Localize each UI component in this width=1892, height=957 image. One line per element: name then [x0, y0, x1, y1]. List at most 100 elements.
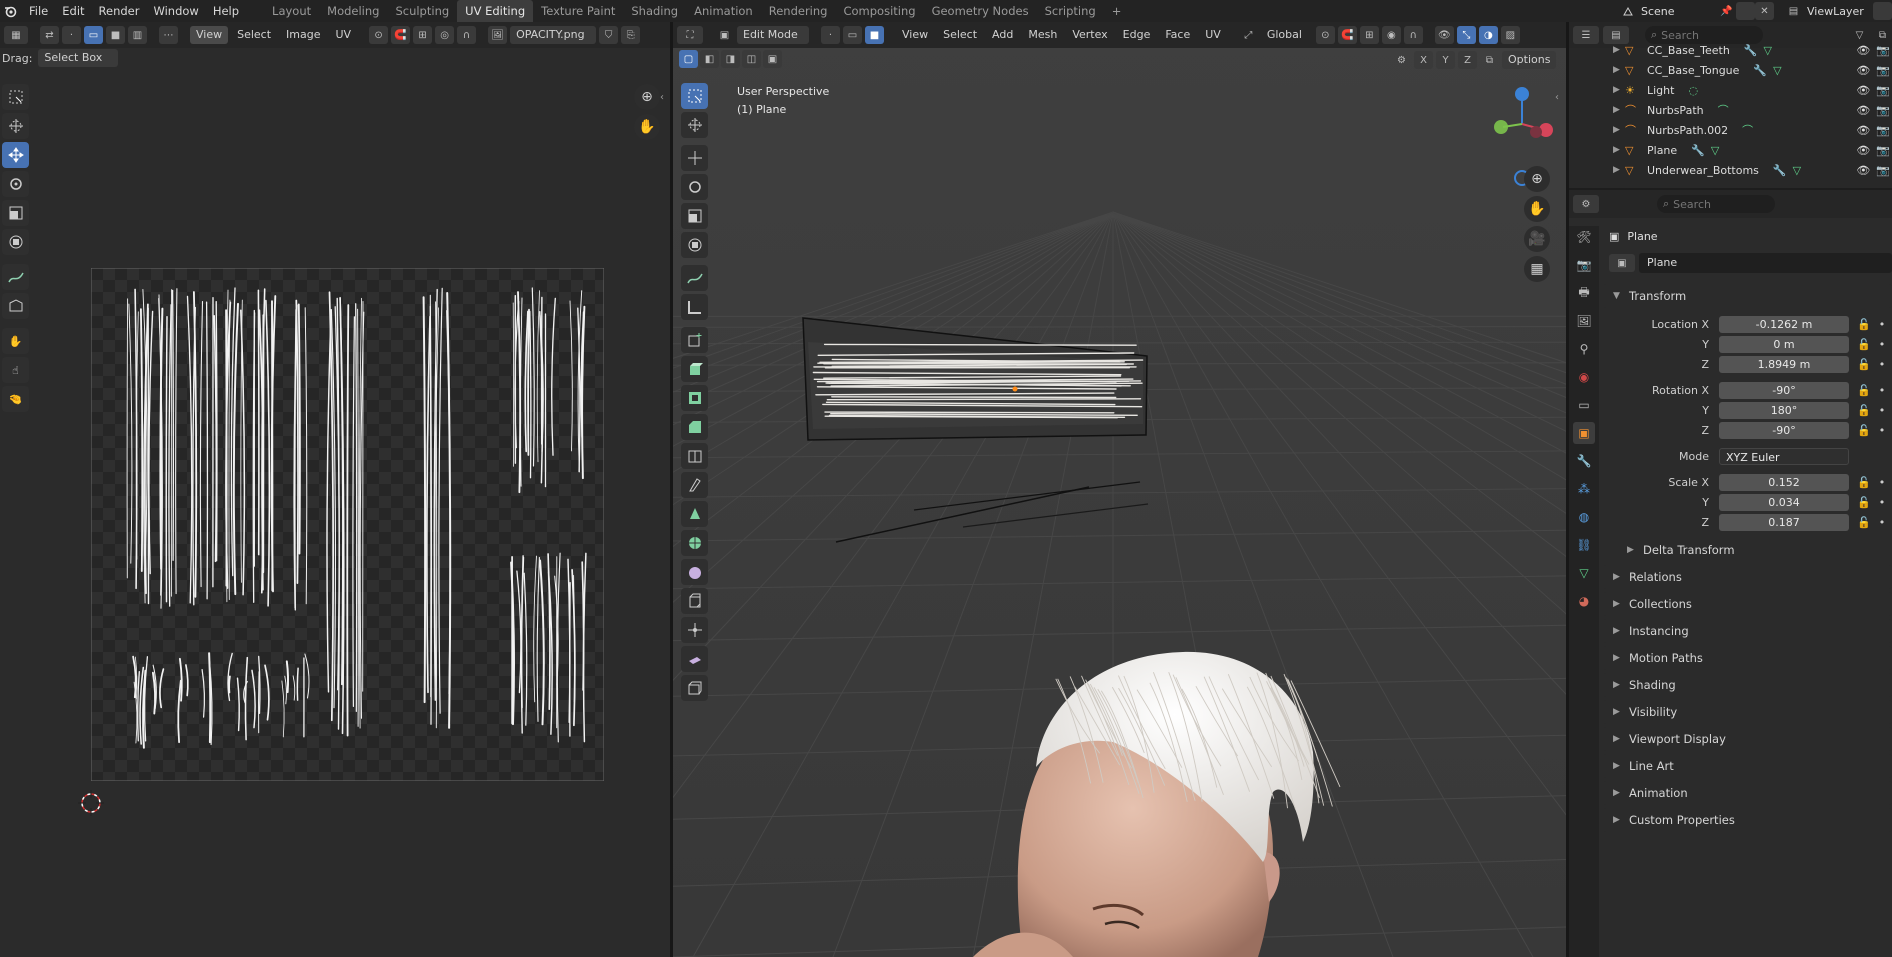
menu-add[interactable]: Add: [986, 26, 1019, 44]
expand-arrow-icon[interactable]: ▶: [1613, 125, 1625, 135]
menu-file[interactable]: File: [22, 0, 55, 22]
sidebar-toggle-icon[interactable]: ‹: [1555, 92, 1559, 103]
keyframe-dot-icon[interactable]: •: [1879, 384, 1886, 397]
scale-z-field[interactable]: 0.187: [1719, 513, 1849, 531]
editor-type-icon[interactable]: ⛶: [677, 26, 703, 44]
shear-tool-icon[interactable]: [681, 646, 708, 672]
properties-search-input[interactable]: [1673, 197, 1764, 211]
expand-arrow-icon[interactable]: ▶: [1613, 165, 1625, 175]
render-camera-icon[interactable]: 📷: [1876, 64, 1890, 77]
transform-tool-icon[interactable]: [2, 229, 29, 255]
snap-target-icon[interactable]: ⊞: [413, 26, 433, 44]
location-x-field[interactable]: -0.1262 m: [1719, 315, 1849, 333]
mirror-y-toggle[interactable]: Y: [1436, 51, 1455, 69]
camera-view-icon[interactable]: 🎥: [1524, 226, 1550, 252]
interaction-mode-dropdown[interactable]: Edit Mode: [737, 26, 809, 44]
panel-header-line-art[interactable]: ▶ Line Art: [1603, 754, 1892, 778]
falloff-icon[interactable]: ∩: [1403, 26, 1423, 44]
edge-slide-tool-icon[interactable]: [681, 588, 708, 614]
bevel-tool-icon[interactable]: [681, 414, 708, 440]
select-box-tool-icon[interactable]: [681, 83, 708, 109]
menu-edit[interactable]: Edit: [55, 0, 91, 22]
object-tab-icon[interactable]: ▣: [1573, 422, 1595, 444]
ortho-toggle-icon[interactable]: ▦: [1524, 256, 1550, 282]
spin-tool-icon[interactable]: [681, 530, 708, 556]
render-tab-icon[interactable]: 📷: [1573, 254, 1595, 276]
panel-header-viewport-display[interactable]: ▶ Viewport Display: [1603, 727, 1892, 751]
outliner-item-label[interactable]: Plane: [1647, 144, 1677, 157]
pan-hand-icon[interactable]: ✋: [634, 114, 660, 140]
tab-uv-editing[interactable]: UV Editing: [457, 0, 534, 22]
pivot-point-icon[interactable]: ⊙: [1315, 26, 1335, 44]
mode-icon[interactable]: ▣: [715, 26, 734, 44]
outliner-item-label[interactable]: CC_Base_Teeth: [1647, 44, 1730, 57]
outliner-item-label[interactable]: Light: [1647, 84, 1674, 97]
vertex-select-mode-icon[interactable]: ·: [821, 26, 840, 44]
location-z-field[interactable]: 1.8949 m: [1719, 355, 1849, 373]
menu-mesh[interactable]: Mesh: [1022, 26, 1063, 44]
tab-texture-paint[interactable]: Texture Paint: [533, 0, 623, 22]
scale-x-field[interactable]: 0.152: [1719, 473, 1849, 491]
face-select-icon[interactable]: ■: [106, 26, 125, 44]
mirror-x-toggle[interactable]: X: [1414, 51, 1433, 69]
vertex-select-icon[interactable]: ·: [62, 26, 81, 44]
lock-icon[interactable]: 🔓: [1857, 424, 1871, 437]
cursor-tool-icon[interactable]: [681, 112, 708, 138]
world-tab-icon[interactable]: ◉: [1573, 366, 1595, 388]
select-subtract-icon[interactable]: ◨: [721, 50, 740, 68]
autosmooth-icon[interactable]: ⧉: [1480, 51, 1499, 69]
outliner-item-label[interactable]: Underwear_Bottoms: [1647, 164, 1759, 177]
menu-vertex[interactable]: Vertex: [1066, 26, 1113, 44]
options-dropdown[interactable]: Options: [1502, 51, 1557, 69]
render-camera-icon[interactable]: 📷: [1876, 164, 1890, 177]
outliner-item[interactable]: ▶ ▽ Underwear_Bottoms 🔧 ▽ 👁 📷: [1569, 160, 1892, 180]
add-workspace-button[interactable]: +: [1104, 0, 1130, 22]
keyframe-dot-icon[interactable]: •: [1879, 338, 1886, 351]
visibility-eye-icon[interactable]: 👁: [1856, 144, 1870, 157]
menu-uv[interactable]: UV: [1199, 26, 1227, 44]
tab-layout[interactable]: Layout: [264, 0, 319, 22]
panel-header-motion-paths[interactable]: ▶ Motion Paths: [1603, 646, 1892, 670]
delta-transform-header[interactable]: ▶ Delta Transform: [1617, 538, 1892, 562]
cursor-tool-icon[interactable]: [2, 113, 29, 139]
visibility-eye-icon[interactable]: 👁: [1856, 124, 1870, 137]
transform-tool-icon[interactable]: [681, 232, 708, 258]
menu-uv-uv[interactable]: UV: [330, 26, 358, 44]
sync-selection-icon[interactable]: ⇄: [40, 26, 59, 44]
panel-header-shading[interactable]: ▶ Shading: [1603, 673, 1892, 697]
keyframe-dot-icon[interactable]: •: [1879, 424, 1886, 437]
outliner-item[interactable]: ▶ ⌒ NurbsPath ⌒ 👁 📷: [1569, 100, 1892, 120]
material-tab-icon[interactable]: ◕: [1573, 590, 1595, 612]
tool-tab-icon[interactable]: 🛠: [1573, 226, 1595, 248]
modifier-icon[interactable]: 🔧: [1744, 44, 1758, 57]
outliner-item[interactable]: ▶ ☀ Light ◌ 👁 📷: [1569, 80, 1892, 100]
new-image-icon[interactable]: ⎘: [621, 26, 641, 44]
lock-icon[interactable]: 🔓: [1857, 476, 1871, 489]
snap-icon[interactable]: 🧲: [391, 26, 411, 44]
expand-arrow-icon[interactable]: ▶: [1613, 45, 1625, 55]
orientation-icon[interactable]: ⤢: [1239, 26, 1258, 44]
physics-tab-icon[interactable]: ◍: [1573, 506, 1595, 528]
lock-icon[interactable]: 🔓: [1857, 384, 1871, 397]
location-y-field[interactable]: 0 m: [1719, 335, 1849, 353]
tab-scripting[interactable]: Scripting: [1037, 0, 1104, 22]
outliner-item[interactable]: ▶ ▽ Plane 🔧 ▽ 👁 📷: [1569, 140, 1892, 160]
rotation-x-field[interactable]: -90°: [1719, 381, 1849, 399]
keyframe-dot-icon[interactable]: •: [1879, 318, 1886, 331]
scale-tool-icon[interactable]: [681, 203, 708, 229]
outliner-item-label[interactable]: NurbsPath: [1647, 104, 1704, 117]
render-camera-icon[interactable]: 📷: [1876, 84, 1890, 97]
tab-animation[interactable]: Animation: [686, 0, 761, 22]
constraints-tab-icon[interactable]: ⛓: [1573, 534, 1595, 556]
visibility-eye-icon[interactable]: 👁: [1856, 44, 1870, 57]
tab-compositing[interactable]: Compositing: [835, 0, 923, 22]
panel-header-custom-properties[interactable]: ▶ Custom Properties: [1603, 808, 1892, 832]
menu-select[interactable]: Select: [937, 26, 983, 44]
viewlayer-name[interactable]: ViewLayer: [1803, 5, 1873, 18]
menu-uv-view[interactable]: View: [190, 26, 229, 44]
panel-header-collections[interactable]: ▶ Collections: [1603, 592, 1892, 616]
proportional-edit-icon[interactable]: ◉: [1381, 26, 1401, 44]
editor-type-icon[interactable]: ▦: [4, 26, 28, 44]
tab-rendering[interactable]: Rendering: [761, 0, 836, 22]
outliner-item[interactable]: ▶ ⌒ NurbsPath.002 ⌒ 👁 📷: [1569, 120, 1892, 140]
